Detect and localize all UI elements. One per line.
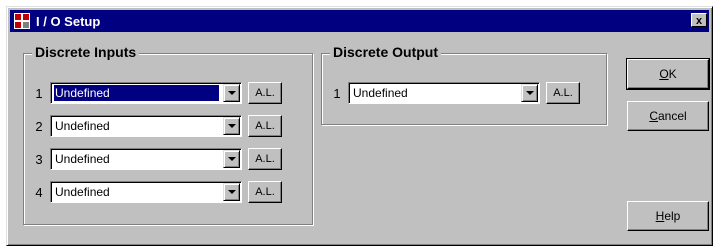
combo-value: Undefined <box>353 86 408 100</box>
al-button-input-4[interactable]: A.L. <box>248 181 282 203</box>
cancel-mnemonic: C <box>649 109 658 123</box>
discrete-output-row-1: 1 Undefined A.L. <box>330 82 580 104</box>
row-number: 1 <box>333 85 341 101</box>
cancel-label-rest: ancel <box>657 109 687 123</box>
discrete-input-row-1: 1 Undefined A.L. <box>32 82 282 104</box>
al-button-input-1[interactable]: A.L. <box>248 82 282 104</box>
discrete-input-3-select[interactable]: Undefined <box>50 148 242 170</box>
discrete-output-1-select[interactable]: Undefined <box>348 82 540 104</box>
ok-label-rest: K <box>668 67 677 81</box>
combo-value: Undefined <box>55 152 110 166</box>
al-button-input-2[interactable]: A.L. <box>248 115 282 137</box>
discrete-inputs-group: Discrete Inputs 1 Undefined A.L. 2 Undef… <box>23 44 313 225</box>
window-title: I / O Setup <box>36 13 101 29</box>
ok-button[interactable]: OK <box>626 58 710 90</box>
discrete-input-row-2: 2 Undefined A.L. <box>32 115 282 137</box>
io-setup-dialog: I / O Setup x Discrete Inputs 1 Undefine… <box>6 6 713 246</box>
cancel-button[interactable]: Cancel <box>627 101 709 131</box>
help-button[interactable]: Help <box>627 201 709 231</box>
row-number: 4 <box>35 184 43 200</box>
discrete-input-2-select[interactable]: Undefined <box>50 115 242 137</box>
ok-mnemonic: O <box>659 67 669 81</box>
dropdown-arrow-icon[interactable] <box>521 84 538 102</box>
discrete-output-group: Discrete Output 1 Undefined A.L. <box>321 44 607 125</box>
discrete-input-row-3: 3 Undefined A.L. <box>32 148 282 170</box>
discrete-input-4-select[interactable]: Undefined <box>50 181 242 203</box>
help-label-rest: elp <box>664 209 681 223</box>
close-button[interactable]: x <box>691 13 707 27</box>
title-bar[interactable]: I / O Setup x <box>10 10 709 32</box>
row-number: 2 <box>35 118 43 134</box>
dropdown-arrow-icon[interactable] <box>223 183 240 201</box>
row-number: 3 <box>35 151 43 167</box>
discrete-output-label: Discrete Output <box>330 44 442 60</box>
dropdown-arrow-icon[interactable] <box>223 150 240 168</box>
row-number: 1 <box>35 85 43 101</box>
combo-value: Undefined <box>55 185 110 199</box>
dropdown-arrow-icon[interactable] <box>223 117 240 135</box>
app-grid-icon <box>14 13 30 29</box>
combo-value: Undefined <box>55 119 110 133</box>
dropdown-arrow-icon[interactable] <box>223 84 240 102</box>
discrete-input-row-4: 4 Undefined A.L. <box>32 181 282 203</box>
discrete-inputs-label: Discrete Inputs <box>32 44 140 60</box>
combo-value: Undefined <box>54 85 219 101</box>
al-button-input-3[interactable]: A.L. <box>248 148 282 170</box>
discrete-input-1-select[interactable]: Undefined <box>50 82 242 104</box>
al-button-output-1[interactable]: A.L. <box>546 82 580 104</box>
